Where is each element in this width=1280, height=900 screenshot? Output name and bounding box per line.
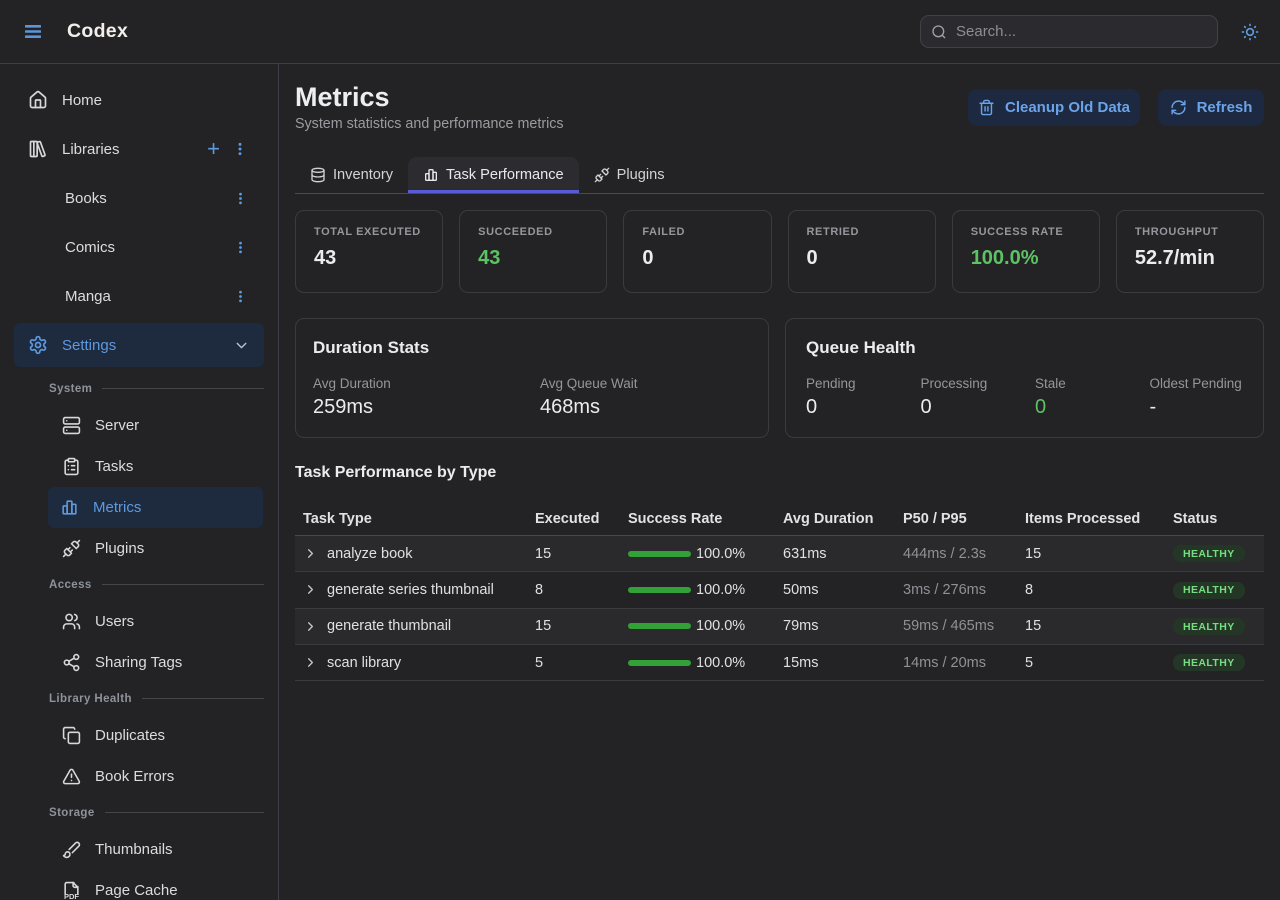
svg-text:PDF: PDF xyxy=(64,892,79,900)
